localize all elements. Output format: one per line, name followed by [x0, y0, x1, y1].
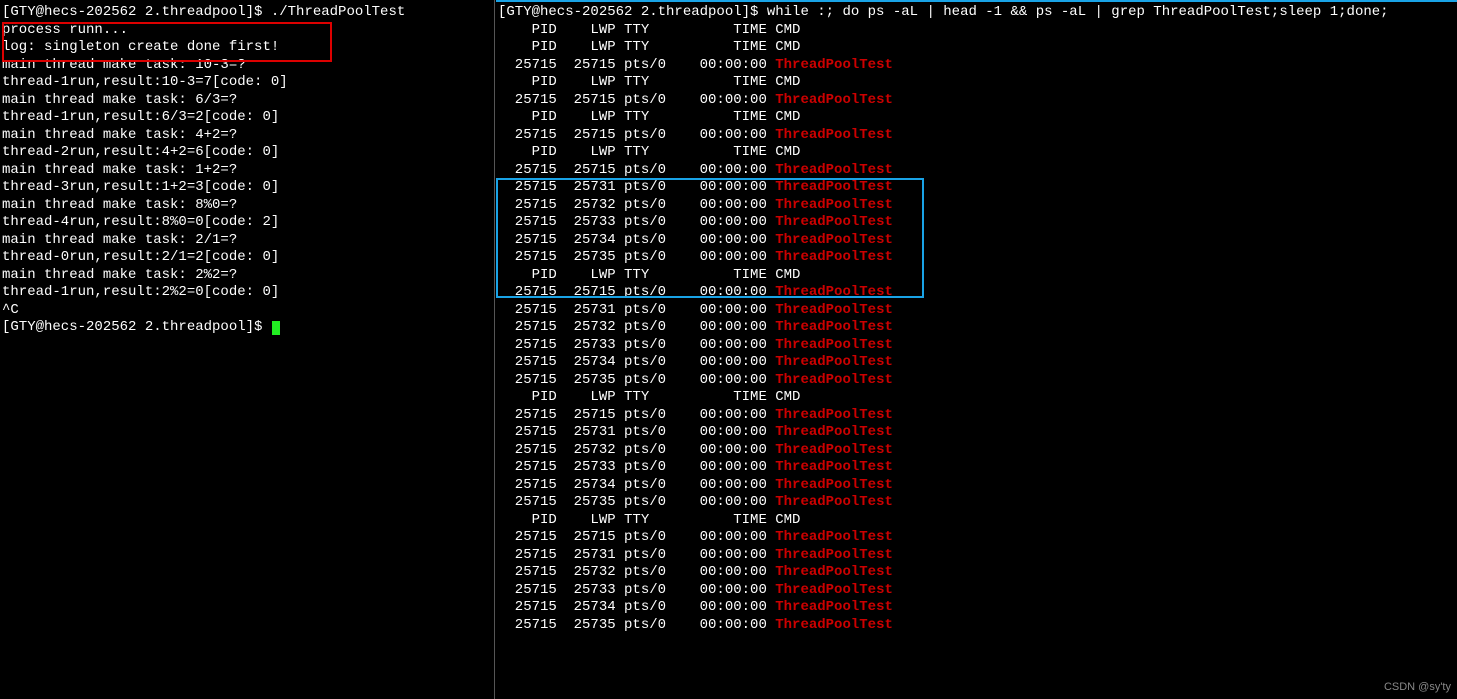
- terminal-line: PID LWP TTY TIME CMD: [498, 39, 1457, 57]
- watermark: CSDN @sy'ty: [1384, 681, 1451, 695]
- terminal-line: main thread make task: 4+2=?: [2, 127, 494, 145]
- left-terminal[interactable]: [GTY@hecs-202562 2.threadpool]$ ./Thread…: [0, 0, 495, 699]
- process-name: ThreadPoolTest: [775, 617, 893, 633]
- terminal-line: [GTY@hecs-202562 2.threadpool]$ ./Thread…: [2, 4, 494, 22]
- terminal-line: 25715 25731 pts/0 00:00:00 ThreadPoolTes…: [498, 179, 1457, 197]
- terminal-line: main thread make task: 2/1=?: [2, 232, 494, 250]
- terminal-line: 25715 25731 pts/0 00:00:00 ThreadPoolTes…: [498, 302, 1457, 320]
- terminal-line: 25715 25731 pts/0 00:00:00 ThreadPoolTes…: [498, 547, 1457, 565]
- process-name: ThreadPoolTest: [775, 337, 893, 353]
- process-name: ThreadPoolTest: [775, 407, 893, 423]
- terminal-line: 25715 25733 pts/0 00:00:00 ThreadPoolTes…: [498, 214, 1457, 232]
- terminal-line: 25715 25735 pts/0 00:00:00 ThreadPoolTes…: [498, 617, 1457, 635]
- process-name: ThreadPoolTest: [775, 372, 893, 388]
- terminal-line: [GTY@hecs-202562 2.threadpool]$ while :;…: [498, 4, 1457, 22]
- terminal-line: 25715 25715 pts/0 00:00:00 ThreadPoolTes…: [498, 92, 1457, 110]
- terminal-line: 25715 25732 pts/0 00:00:00 ThreadPoolTes…: [498, 197, 1457, 215]
- terminal-line: 25715 25733 pts/0 00:00:00 ThreadPoolTes…: [498, 459, 1457, 477]
- terminal-line: PID LWP TTY TIME CMD: [498, 512, 1457, 530]
- terminal-line: 25715 25734 pts/0 00:00:00 ThreadPoolTes…: [498, 232, 1457, 250]
- process-name: ThreadPoolTest: [775, 57, 893, 73]
- terminal-line: thread-0run,result:2/1=2[code: 0]: [2, 249, 494, 267]
- process-name: ThreadPoolTest: [775, 162, 893, 178]
- terminal-line: 25715 25733 pts/0 00:00:00 ThreadPoolTes…: [498, 337, 1457, 355]
- terminal-line: 25715 25715 pts/0 00:00:00 ThreadPoolTes…: [498, 57, 1457, 75]
- terminal-line: 25715 25715 pts/0 00:00:00 ThreadPoolTes…: [498, 284, 1457, 302]
- terminal-prompt[interactable]: [GTY@hecs-202562 2.threadpool]$: [2, 319, 494, 337]
- terminal-line: 25715 25733 pts/0 00:00:00 ThreadPoolTes…: [498, 582, 1457, 600]
- terminal-line: PID LWP TTY TIME CMD: [498, 109, 1457, 127]
- terminal-line: 25715 25735 pts/0 00:00:00 ThreadPoolTes…: [498, 494, 1457, 512]
- terminal-line: 25715 25732 pts/0 00:00:00 ThreadPoolTes…: [498, 442, 1457, 460]
- right-terminal[interactable]: [GTY@hecs-202562 2.threadpool]$ while :;…: [496, 0, 1457, 699]
- process-name: ThreadPoolTest: [775, 127, 893, 143]
- terminal-line: 25715 25715 pts/0 00:00:00 ThreadPoolTes…: [498, 127, 1457, 145]
- terminal-line: log: singleton create done first!: [2, 39, 494, 57]
- terminal-line: 25715 25715 pts/0 00:00:00 ThreadPoolTes…: [498, 162, 1457, 180]
- process-name: ThreadPoolTest: [775, 214, 893, 230]
- process-name: ThreadPoolTest: [775, 547, 893, 563]
- terminal-line: 25715 25734 pts/0 00:00:00 ThreadPoolTes…: [498, 354, 1457, 372]
- terminal-line: thread-4run,result:8%0=0[code: 2]: [2, 214, 494, 232]
- terminal-line: thread-1run,result:10-3=7[code: 0]: [2, 74, 494, 92]
- terminal-line: thread-1run,result:2%2=0[code: 0]: [2, 284, 494, 302]
- terminal-line: 25715 25735 pts/0 00:00:00 ThreadPoolTes…: [498, 249, 1457, 267]
- process-name: ThreadPoolTest: [775, 582, 893, 598]
- terminal-line: 25715 25731 pts/0 00:00:00 ThreadPoolTes…: [498, 424, 1457, 442]
- process-name: ThreadPoolTest: [775, 232, 893, 248]
- terminal-line: 25715 25715 pts/0 00:00:00 ThreadPoolTes…: [498, 407, 1457, 425]
- terminal-line: 25715 25735 pts/0 00:00:00 ThreadPoolTes…: [498, 372, 1457, 390]
- process-name: ThreadPoolTest: [775, 477, 893, 493]
- terminal-line: 25715 25732 pts/0 00:00:00 ThreadPoolTes…: [498, 564, 1457, 582]
- terminal-line: main thread make task: 2%2=?: [2, 267, 494, 285]
- terminal-line: 25715 25732 pts/0 00:00:00 ThreadPoolTes…: [498, 319, 1457, 337]
- terminal-line: thread-2run,result:4+2=6[code: 0]: [2, 144, 494, 162]
- process-name: ThreadPoolTest: [775, 459, 893, 475]
- terminal-line: thread-1run,result:6/3=2[code: 0]: [2, 109, 494, 127]
- process-name: ThreadPoolTest: [775, 442, 893, 458]
- process-name: ThreadPoolTest: [775, 529, 893, 545]
- process-name: ThreadPoolTest: [775, 197, 893, 213]
- terminal-line: PID LWP TTY TIME CMD: [498, 389, 1457, 407]
- terminal-line: 25715 25734 pts/0 00:00:00 ThreadPoolTes…: [498, 477, 1457, 495]
- process-name: ThreadPoolTest: [775, 284, 893, 300]
- process-name: ThreadPoolTest: [775, 179, 893, 195]
- terminal-line: main thread make task: 8%0=?: [2, 197, 494, 215]
- terminal-line: 25715 25715 pts/0 00:00:00 ThreadPoolTes…: [498, 529, 1457, 547]
- terminal-line: PID LWP TTY TIME CMD: [498, 267, 1457, 285]
- terminal-line: PID LWP TTY TIME CMD: [498, 74, 1457, 92]
- terminal-line: thread-3run,result:1+2=3[code: 0]: [2, 179, 494, 197]
- process-name: ThreadPoolTest: [775, 564, 893, 580]
- terminal-line: main thread make task: 10-3=?: [2, 57, 494, 75]
- terminal-line: PID LWP TTY TIME CMD: [498, 144, 1457, 162]
- process-name: ThreadPoolTest: [775, 354, 893, 370]
- terminal-line: main thread make task: 6/3=?: [2, 92, 494, 110]
- terminal-line: 25715 25734 pts/0 00:00:00 ThreadPoolTes…: [498, 599, 1457, 617]
- process-name: ThreadPoolTest: [775, 599, 893, 615]
- terminal-line: ^C: [2, 302, 494, 320]
- process-name: ThreadPoolTest: [775, 494, 893, 510]
- process-name: ThreadPoolTest: [775, 92, 893, 108]
- process-name: ThreadPoolTest: [775, 319, 893, 335]
- cursor: [272, 321, 280, 335]
- terminal-line: main thread make task: 1+2=?: [2, 162, 494, 180]
- terminal-line: process runn...: [2, 22, 494, 40]
- process-name: ThreadPoolTest: [775, 424, 893, 440]
- process-name: ThreadPoolTest: [775, 302, 893, 318]
- process-name: ThreadPoolTest: [775, 249, 893, 265]
- terminal-line: PID LWP TTY TIME CMD: [498, 22, 1457, 40]
